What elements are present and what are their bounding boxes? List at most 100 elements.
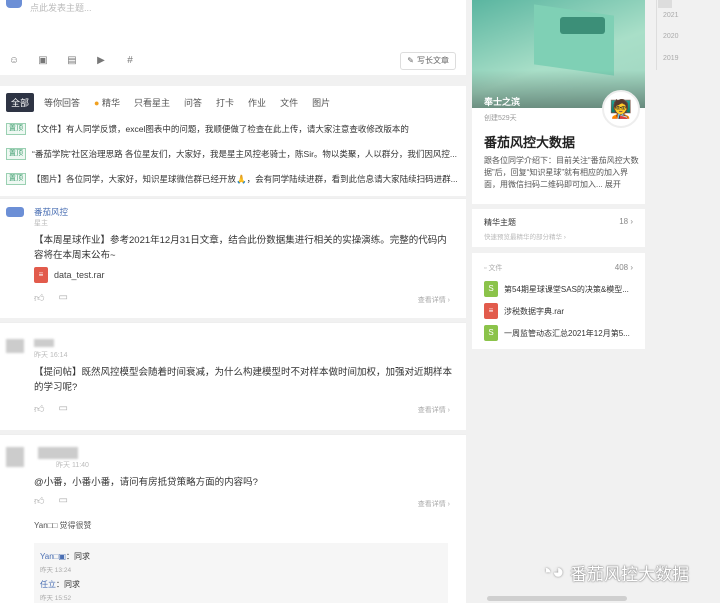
files-title[interactable]: ▫ 文件 <box>484 263 502 273</box>
like-icon[interactable]: 👍︎ <box>34 495 44 507</box>
file-item[interactable]: ≡ 涉税数据字典.rar <box>484 303 639 319</box>
file-item[interactable]: S 一周监管动态汇总2021年12月第5... <box>484 325 639 341</box>
avatar <box>6 447 24 467</box>
post-composer[interactable]: 点此发表主题... ☺ ▣ ▤ ▶ # ✎ 写长文章 <box>0 0 466 75</box>
watermark-text: 番茄风控大数据 <box>570 565 690 584</box>
author-role: 星主 <box>34 220 48 227</box>
topic-card[interactable]: 昨天 11:40 @小番，小番小番，请问有房抵贷策略方面的内容吗? 👍︎ ▭ 查… <box>0 434 466 603</box>
owner-avatar[interactable]: 🧑‍🏫 <box>602 90 640 128</box>
tab-checkin[interactable]: 打卡 <box>212 94 238 111</box>
page: 点此发表主题... ☺ ▣ ▤ ▶ # ✎ 写长文章 全部 等你回答 ● 精华 … <box>0 0 720 603</box>
comment-icon[interactable]: ▭ <box>58 403 67 415</box>
star-icon: ● <box>94 98 100 108</box>
comments-box: Yan□▣：同求 昨天 13:24 任立：同求 昨天 15:52 <box>34 543 448 603</box>
group-info-card: 奉士之滨 🧑‍🏫 创建529天 番茄风控大数据 跟各位同学介绍下：目前关注“番茄… <box>472 0 645 204</box>
file-name: 一周监管动态汇总2021年12月第5... <box>504 328 630 338</box>
comment-text: ：同求 <box>66 552 91 561</box>
comment-time: 昨天 15:52 <box>40 595 72 602</box>
author-name <box>34 339 54 347</box>
tab-qa[interactable]: 问答 <box>180 94 206 111</box>
tab-homework[interactable]: 作业 <box>244 94 270 111</box>
tab-all[interactable]: 全部 <box>6 93 35 112</box>
pen-icon: ✎ <box>407 56 414 65</box>
year-item[interactable]: 2020 <box>663 33 679 40</box>
image-icon[interactable]: ▣ <box>37 55 49 67</box>
topic-card[interactable]: 番茄风控 星主 【本周星球作业】参考2021年12月31日文章，结合此份数据集进… <box>0 198 466 318</box>
archive-file-icon: ≡ <box>34 267 48 283</box>
tab-featured-label: 精华 <box>101 98 120 108</box>
watermark: ◔◕ 番茄风控大数据 <box>540 560 689 585</box>
year-item[interactable]: 2021 <box>663 12 679 19</box>
topic-body: 【提问帖】既然风控模型会随着时间衰减，为什么构建模型时不对样本做时间加权，加强对… <box>34 367 453 393</box>
hashtag-icon[interactable]: # <box>124 55 136 67</box>
comment-item[interactable]: 任立：同求 <box>40 579 80 590</box>
view-details-link[interactable]: 查看详情 › <box>418 499 450 509</box>
pinned-badge: 置顶 <box>6 148 26 160</box>
pinned-notice[interactable]: 置顶 【文件】有人同学反馈，excel图表中的问题，我顺便做了检查在此上传，请大… <box>6 123 461 135</box>
topic-body: 【本周星球作业】参考2021年12月31日文章，结合此份数据集进行相关的实操演练… <box>34 235 447 261</box>
archive-file-icon: ≡ <box>484 303 498 319</box>
featured-topics[interactable]: 精华主题 18 › 快速预览最精华的部分精华 › <box>472 209 645 247</box>
comment-item[interactable]: Yan□▣：同求 <box>40 551 90 562</box>
featured-title: 精华主题 <box>484 218 516 227</box>
topic-actions: 👍︎ ▭ <box>34 403 68 415</box>
view-details-link[interactable]: 查看详情 › <box>418 295 450 305</box>
comment-icon[interactable]: ▭ <box>58 292 67 304</box>
pinned-notice[interactable]: 置顶 【图片】各位同学，大家好，知识星球微信群已经开放🙏，会有同学陆续进群，看到… <box>6 173 461 185</box>
pinned-text: 【图片】各位同学，大家好，知识星球微信群已经开放🙏，会有同学陆续进群，看到此信息… <box>32 174 458 184</box>
attachment-name: data_test.rar <box>54 270 105 280</box>
file-name: 涉税数据字典.rar <box>504 306 564 316</box>
group-description[interactable]: 跟各位同学介绍下：目前关注“番茄风控大数据”后，回复“知识星球”就有相应的加入界… <box>484 155 640 191</box>
post-time: 昨天 16:14 <box>34 352 68 359</box>
long-article-label: 写长文章 <box>417 56 449 65</box>
featured-count: 18 › <box>619 217 633 226</box>
commenter-name[interactable]: Yan□▣ <box>40 552 66 561</box>
tab-owner-only[interactable]: 只看星主 <box>130 94 174 111</box>
composer-input[interactable]: 点此发表主题... <box>30 1 92 14</box>
post-time: 昨天 11:40 <box>56 462 89 469</box>
topic-body: @小番，小番小番，请问有房抵贷策略方面的内容吗? <box>34 477 258 488</box>
comment-icon[interactable]: ▭ <box>58 495 67 507</box>
author-name <box>38 447 78 459</box>
tab-files[interactable]: 文件 <box>276 94 302 111</box>
files-count[interactable]: 408 › <box>615 263 633 272</box>
emoji-icon[interactable]: ☺ <box>8 55 20 67</box>
like-icon[interactable]: 👍︎ <box>34 292 44 304</box>
author-name[interactable]: 番茄风控 <box>34 206 68 218</box>
like-icon[interactable]: 👍︎ <box>34 403 44 415</box>
topic-card[interactable]: 昨天 16:14 【提问帖】既然风控模型会随着时间衰减，为什么构建模型时不对样本… <box>0 322 466 430</box>
featured-subtitle: 快速预览最精华的部分精华 › <box>484 234 566 241</box>
tab-images[interactable]: 图片 <box>308 94 334 111</box>
folder-icon: ▫ <box>484 265 487 272</box>
avatar <box>6 0 22 8</box>
filter-tabs: 全部 等你回答 ● 精华 只看星主 问答 打卡 作业 文件 图片 <box>6 93 334 112</box>
file-name: 第54期星球课堂SAS的决策&模型... <box>504 284 629 294</box>
file-item[interactable]: S 第54期星球课堂SAS的决策&模型... <box>484 281 639 297</box>
wechat-icon: ◔◕ <box>540 561 565 583</box>
horizontal-scrollbar[interactable] <box>487 596 627 601</box>
file-icon[interactable]: ▤ <box>66 55 78 67</box>
pinned-notice[interactable]: 置顶 “番茄学院”社区治理思路 各位星友们，大家好，我是星主风控老骑士，陈Sir… <box>6 148 461 160</box>
tab-awaiting-answer[interactable]: 等你回答 <box>40 94 84 111</box>
pinned-text: 【文件】有人同学反馈，excel图表中的问题，我顺便做了检查在此上传，请大家注意… <box>32 124 409 134</box>
created-days: 创建529天 <box>484 115 517 122</box>
video-icon[interactable]: ▶ <box>95 55 107 67</box>
view-details-link[interactable]: 查看详情 › <box>418 405 450 415</box>
year-item[interactable]: 2019 <box>663 55 679 62</box>
document-icon: S <box>484 325 498 341</box>
document-icon: S <box>484 281 498 297</box>
comment-time: 昨天 13:24 <box>40 567 72 574</box>
attachment[interactable]: ≡ data_test.rar <box>34 267 105 283</box>
commenter-name[interactable]: 任立 <box>40 580 56 589</box>
tab-featured[interactable]: ● 精华 <box>90 94 124 111</box>
group-owner[interactable]: 奉士之滨 <box>484 95 520 108</box>
long-article-button[interactable]: ✎ 写长文章 <box>400 52 456 70</box>
year-current[interactable] <box>658 0 672 8</box>
files-title-label: 文件 <box>488 265 503 272</box>
topic-feed: 点此发表主题... ☺ ▣ ▤ ▶ # ✎ 写长文章 全部 等你回答 ● 精华 … <box>0 0 466 603</box>
likes-summary: Yan□□ 觉得很赞 <box>34 521 92 530</box>
comment-text: ：同求 <box>56 580 80 589</box>
files-panel: ▫ 文件 408 › S 第54期星球课堂SAS的决策&模型... ≡ 涉税数据… <box>472 253 645 349</box>
avatar <box>6 339 24 353</box>
pinned-badge: 置顶 <box>6 123 26 135</box>
